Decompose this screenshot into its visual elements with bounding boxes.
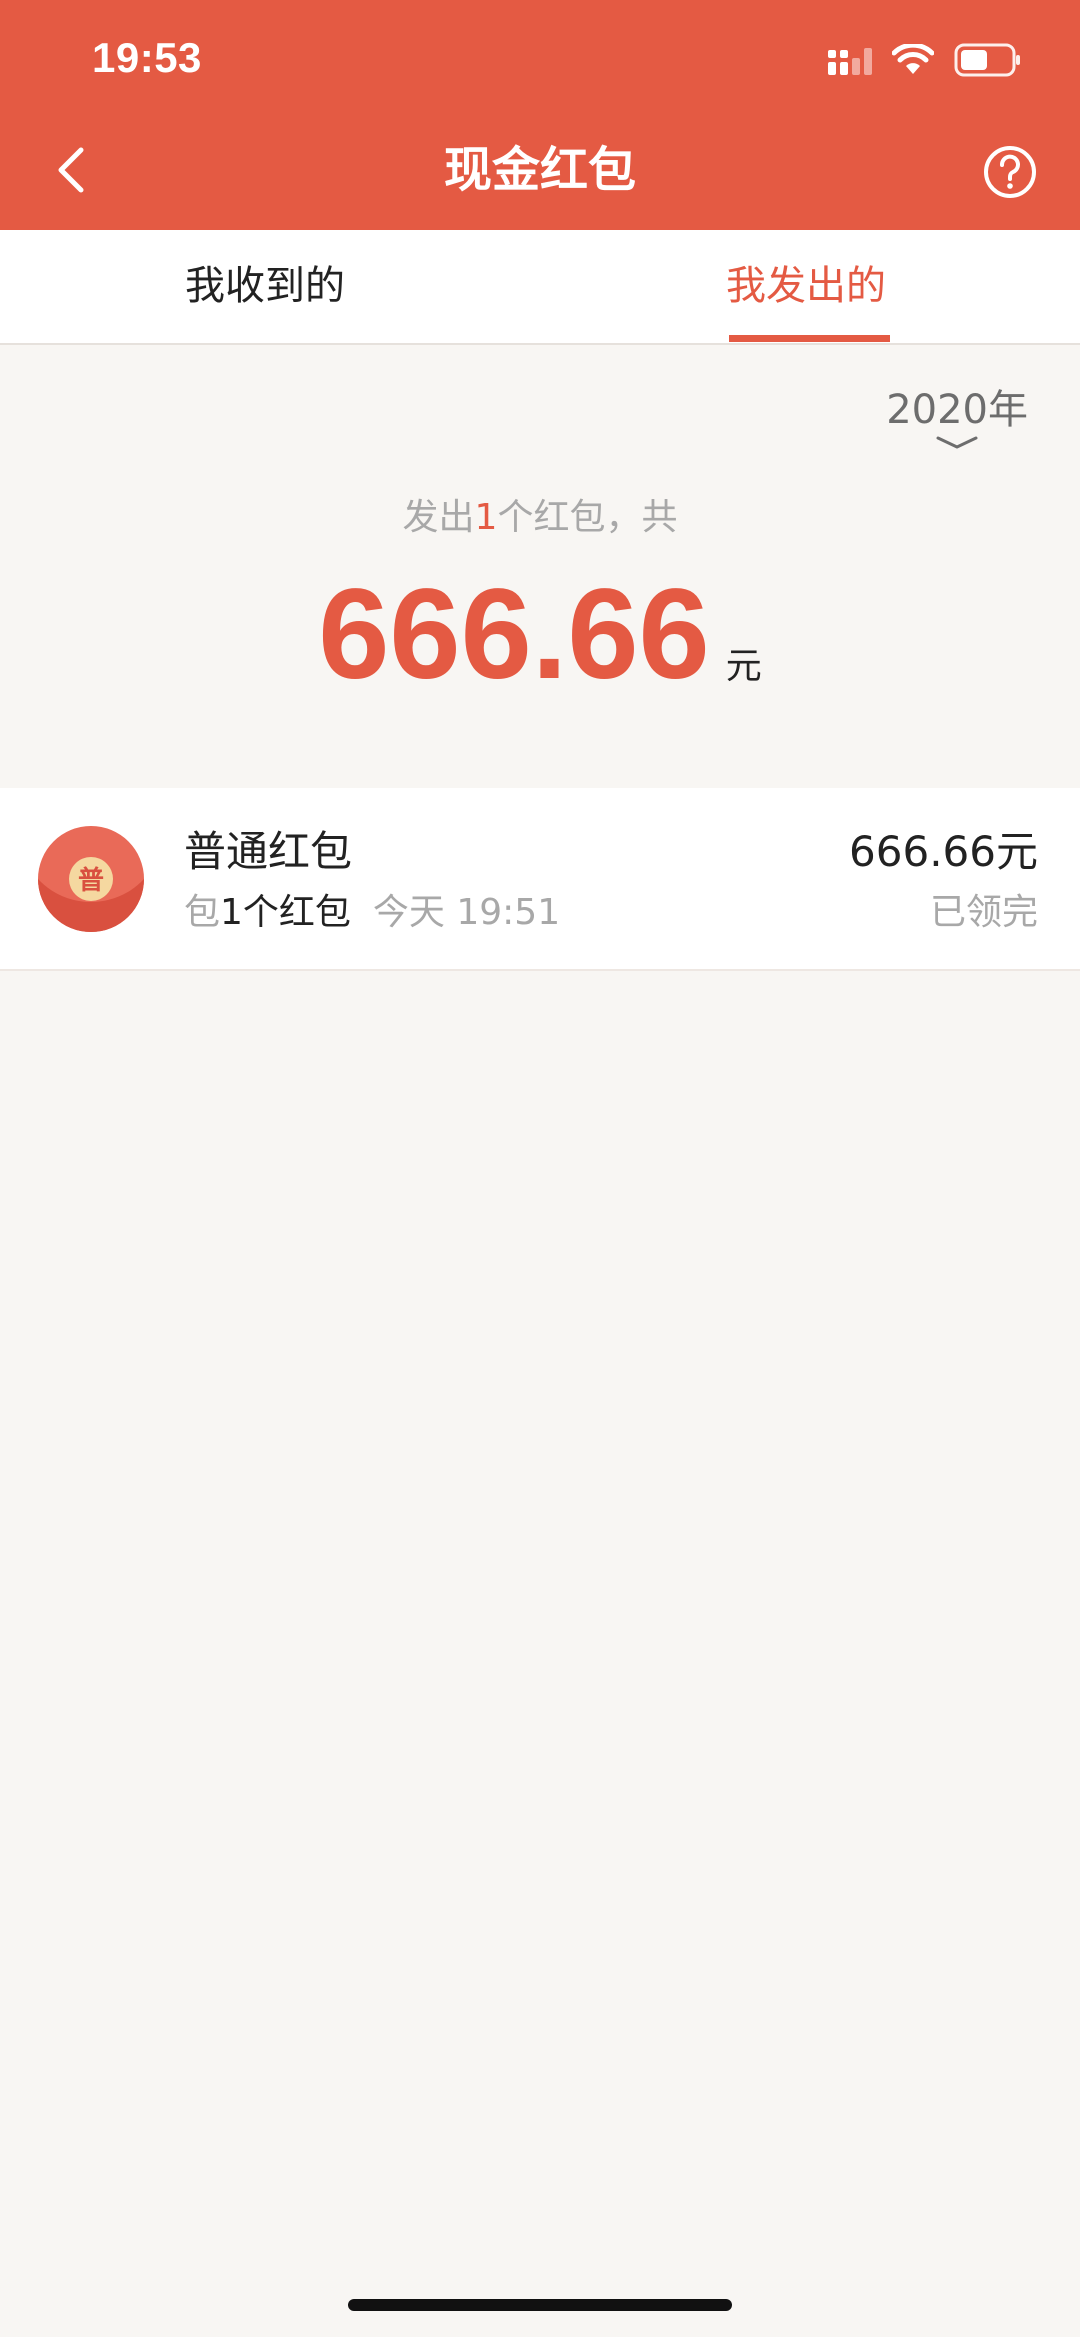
record-sub-prefix: 包 (184, 892, 221, 933)
tab-sent[interactable]: 我发出的 (726, 230, 886, 343)
summary-suffix: 个红包，共 (497, 497, 678, 538)
year-selector[interactable]: 2020年 (886, 382, 1028, 450)
question-circle-icon[interactable] (982, 144, 1038, 200)
badge-text: 普 (78, 865, 104, 896)
battery-icon (954, 43, 1020, 77)
total-amount-unit: 元 (725, 646, 762, 687)
total-amount: 666.66 元 (0, 560, 1080, 710)
cellular-signal-icon (828, 48, 872, 75)
status-time: 19:53 (92, 34, 202, 81)
record-amount: 666.66元 (849, 827, 1038, 876)
page-title: 现金红包 (443, 142, 636, 198)
record-subtitle: 包1个红包 今天 19:51 (184, 888, 560, 938)
status-icons (828, 40, 1022, 80)
chevron-down-icon (936, 436, 978, 449)
year-label: 2020年 (886, 387, 1028, 433)
record-time: 今天 19:51 (372, 892, 561, 933)
active-tab-indicator (729, 335, 890, 342)
red-packet-avatar: 普 (38, 826, 144, 932)
summary-count: 1 (474, 497, 498, 538)
tab-received[interactable]: 我收到的 (185, 230, 345, 343)
record-title: 普通红包 (184, 827, 353, 876)
list-item[interactable]: 普 普通红包 包1个红包 今天 19:51 666.66元 已领完 (0, 788, 1080, 971)
summary-text: 发出1个红包，共 (0, 493, 1080, 543)
record-status: 已领完 (929, 892, 1038, 933)
wifi-icon (892, 44, 934, 74)
summary-prefix: 发出 (402, 497, 475, 538)
total-amount-value: 666.66 (318, 563, 710, 706)
header-bar: 19:53 现金红包 (0, 0, 1080, 230)
tab-bar: 我收到的 我发出的 (0, 230, 1080, 345)
home-indicator[interactable] (348, 2299, 732, 2311)
record-sub-count: 1个红包 (220, 892, 351, 933)
